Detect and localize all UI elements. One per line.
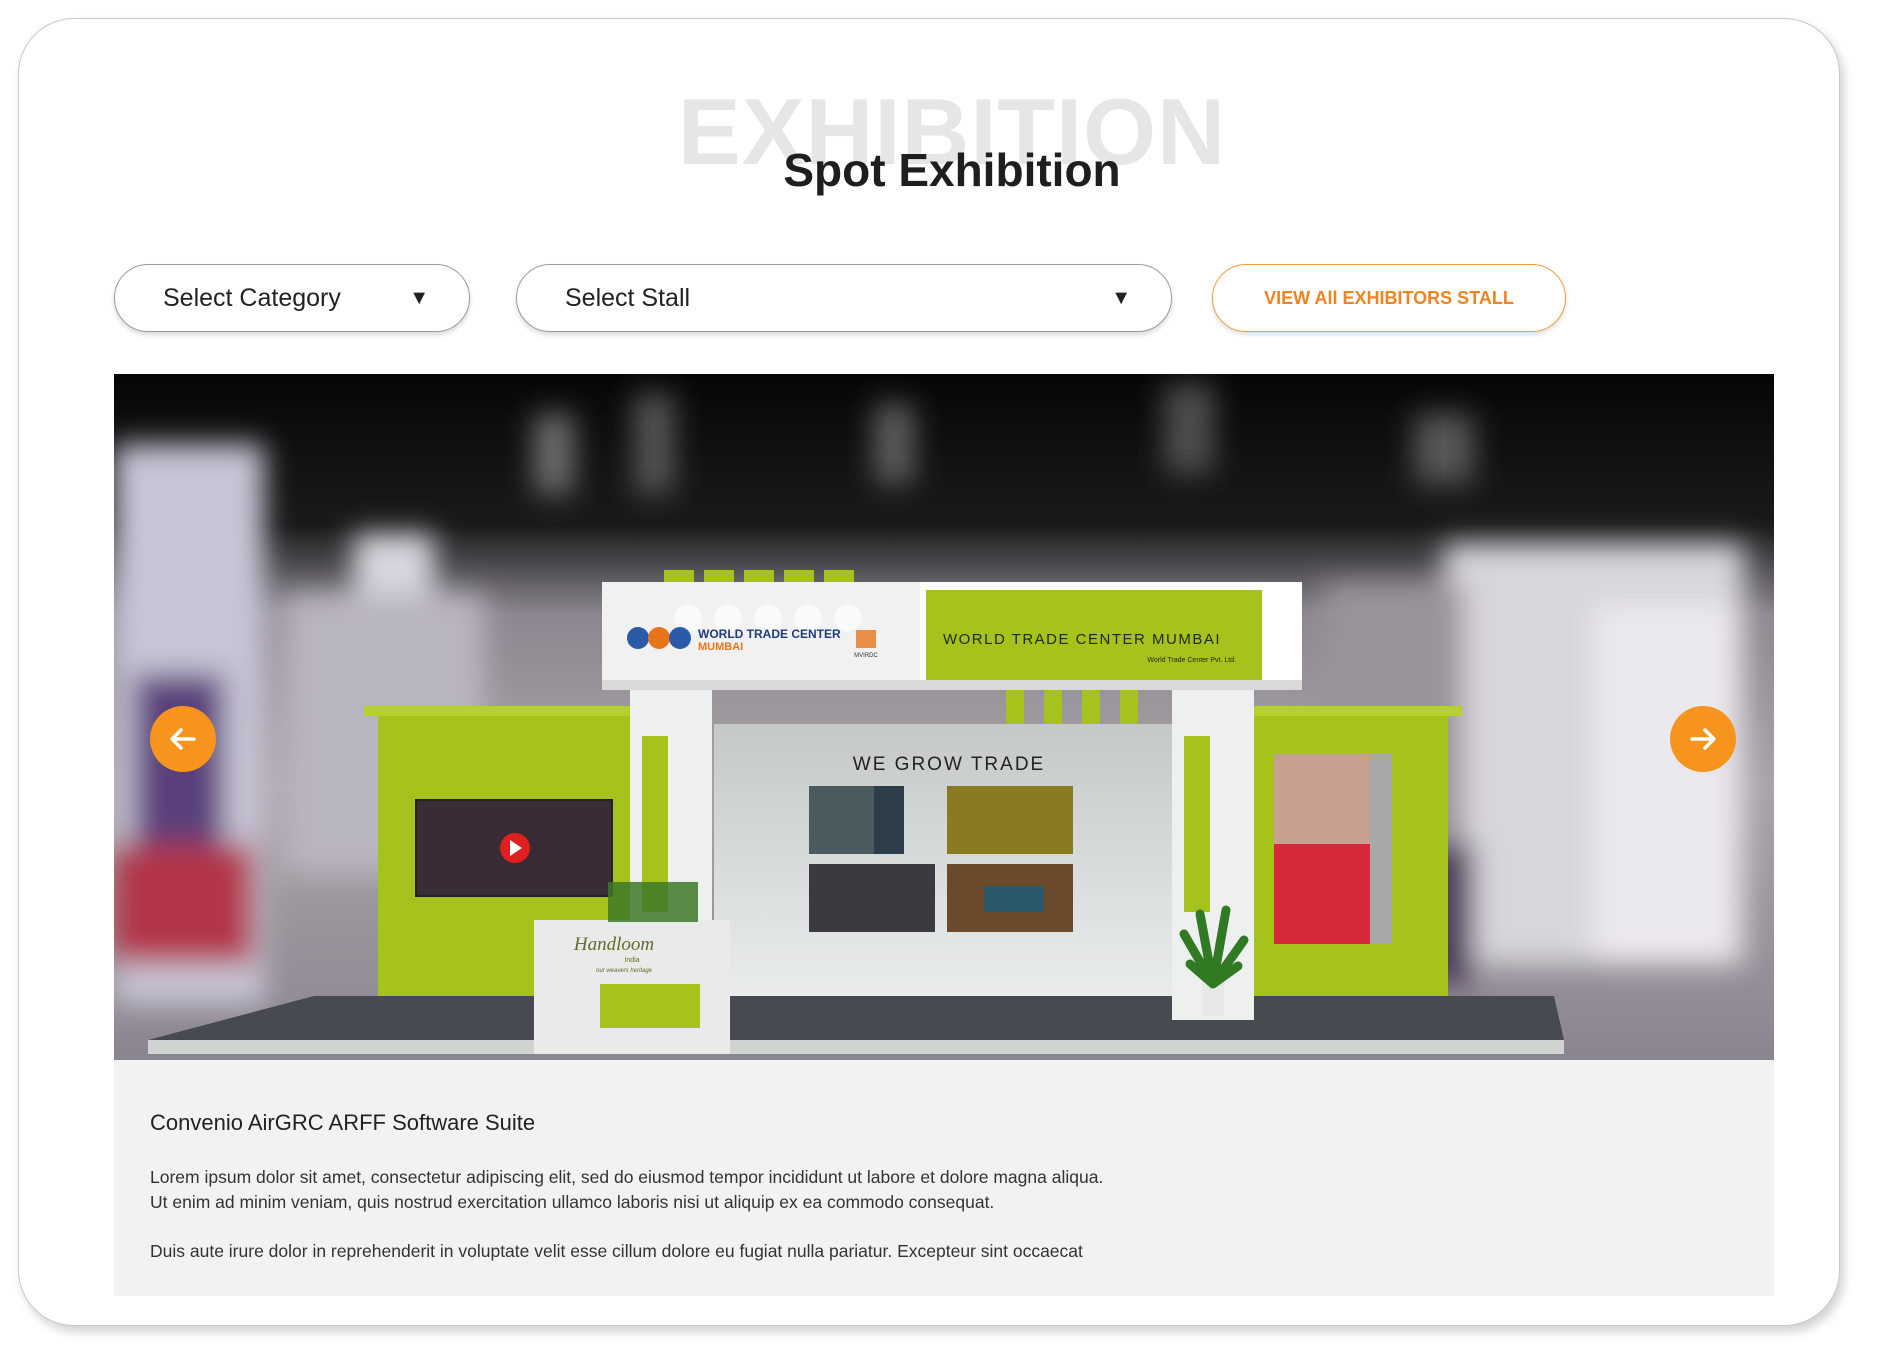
carousel-next-button[interactable] [1670,706,1736,772]
arrow-left-icon [170,728,196,750]
arrow-right-icon [1690,728,1716,750]
exhibitor-name: Convenio AirGRC ARFF Software Suite [150,1110,536,1135]
desk-logo-sub: India [624,957,639,964]
exhibitor-info-panel: Convenio AirGRC ARFF Software Suite Lore… [114,1060,1774,1296]
desk-logo: Handloom [573,934,654,955]
page-title: Spot Exhibition [783,144,1121,196]
category-select-label: Select Category [163,283,341,312]
stall-brand-city: MUMBAI [698,641,743,653]
stall-brand-mark: MVIRDC [854,653,878,659]
stall-banner-title: WORLD TRADE CENTER MUMBAI [943,631,1221,648]
stall-select-label: Select Stall [565,283,691,312]
exhibitor-description-line: Lorem ipsum dolor sit amet, consectetur … [150,1167,1104,1187]
stall-scene-image: WE GROW TRADE WORLD TRADE CENTER MUMBAI … [114,374,1774,1060]
carousel-prev-button[interactable] [150,706,216,772]
chevron-down-icon: ▼ [409,286,429,309]
exhibitor-description-line: Ut enim ad minim veniam, quis nostrud ex… [150,1192,995,1212]
wall-slogan: WE GROW TRADE [853,754,1045,775]
stall-brand-name: WORLD TRADE CENTER [698,627,841,641]
view-all-exhibitors-button[interactable]: VIEW All EXHIBITORS STALL [1212,264,1566,332]
stall-viewer: WE GROW TRADE WORLD TRADE CENTER MUMBAI … [114,374,1774,1060]
desk-logo-tag: our weavers heritage [596,968,653,974]
exhibitor-description-line: Duis aute irure dolor in reprehenderit i… [150,1241,1083,1261]
stall-banner-subtitle: World Trade Center Pvt. Ltd. [1147,657,1236,664]
stall-select[interactable]: Select Stall ▼ [516,264,1172,332]
chevron-down-icon: ▼ [1111,286,1131,309]
category-select[interactable]: Select Category ▼ [114,264,470,332]
